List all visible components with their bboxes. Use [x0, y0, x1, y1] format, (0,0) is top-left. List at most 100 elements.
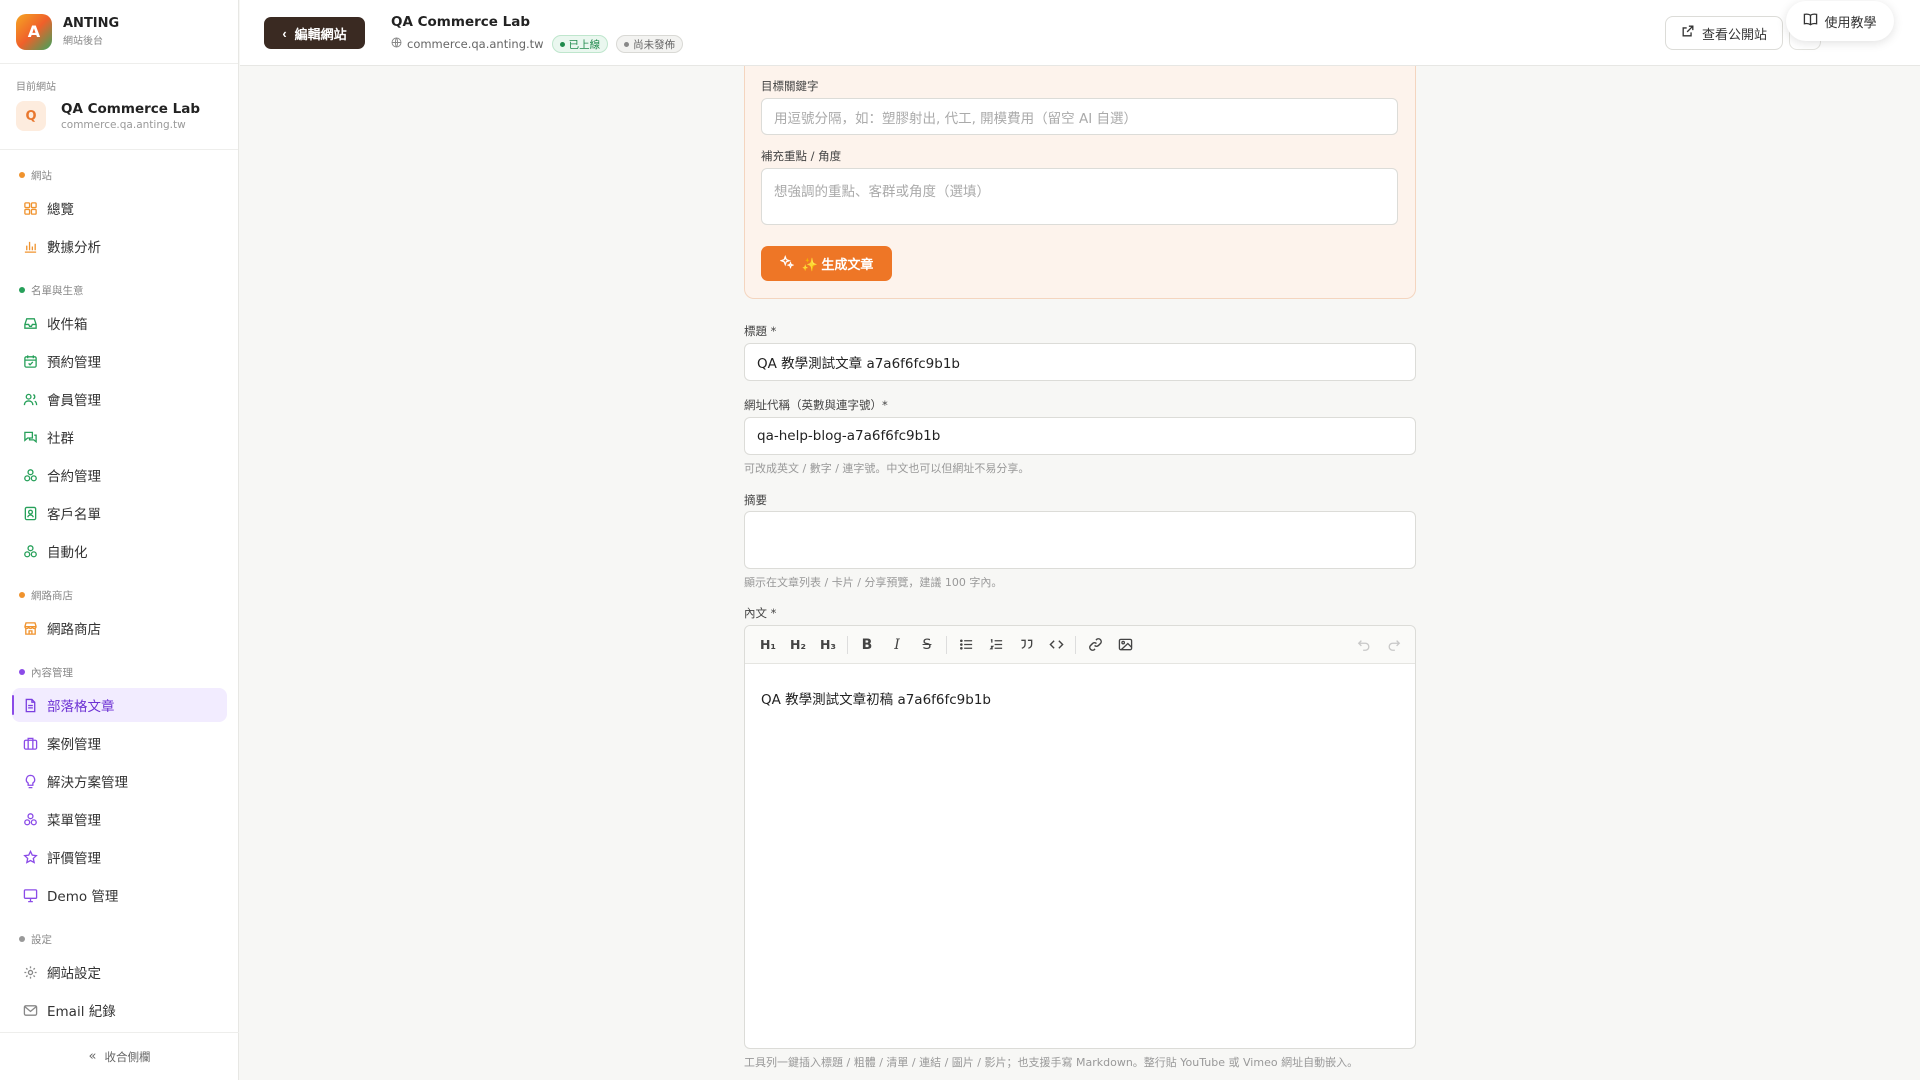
collapse-sidebar-button[interactable]: « 收合側欄: [0, 1032, 239, 1080]
content-hint: 工具列一鍵插入標題 / 粗體 / 清單 / 連結 / 圖片 / 影片；也支援手寫…: [744, 1056, 1359, 1069]
sidebar-item-menu[interactable]: 菜單管理: [12, 802, 227, 836]
external-link-icon: [1681, 24, 1695, 42]
brand-subtitle: 網站後台: [63, 36, 103, 47]
sidebar-item-label: 網路商店: [47, 622, 101, 638]
contact-card-icon: [22, 505, 38, 521]
sidebar-item-label: Email 紀錄: [47, 1004, 116, 1020]
bullet-list-button[interactable]: [951, 632, 981, 658]
heading1-button[interactable]: H₁: [753, 632, 783, 658]
sidebar-item-analytics[interactable]: 數據分析: [12, 229, 227, 263]
code-button[interactable]: [1041, 632, 1071, 658]
sidebar-item-demo[interactable]: Demo 管理: [12, 878, 227, 912]
italic-button[interactable]: I: [882, 632, 912, 658]
sparkles-icon: [779, 254, 794, 272]
chat-icon: [22, 429, 38, 445]
sidebar-item-label: 部落格文章: [47, 699, 115, 715]
toolbar-divider: [946, 635, 947, 654]
sidebar-item-email[interactable]: Email 紀錄: [12, 993, 227, 1027]
sidebar-item-overview[interactable]: 總覽: [12, 191, 227, 225]
keywords-placeholder: 用逗號分隔，如：塑膠射出, 代工, 開模費用（留空 AI 自選）: [774, 110, 1137, 127]
undo-button[interactable]: [1349, 632, 1379, 658]
sidebar-item-label: 菜單管理: [47, 813, 101, 829]
sidebar-item-contracts[interactable]: 合約管理: [12, 458, 227, 492]
sidebar-item-booking[interactable]: 預約管理: [12, 344, 227, 378]
sidebar-item-reviews[interactable]: 評價管理: [12, 840, 227, 874]
keywords-input[interactable]: 用逗號分隔，如：塑膠射出, 代工, 開模費用（留空 AI 自選）: [761, 98, 1398, 135]
chevron-left-icon: ‹: [282, 25, 287, 41]
sidebar-item-label: 社群: [47, 431, 74, 447]
brand-name: ANTING: [63, 16, 120, 31]
sidebar-item-inbox[interactable]: 收件箱: [12, 306, 227, 340]
section-dot: [19, 172, 25, 178]
sidebar-item-cases[interactable]: 案例管理: [12, 726, 227, 760]
sidebar-item-blog[interactable]: 部落格文章: [12, 688, 227, 722]
ordered-list-button[interactable]: [981, 632, 1011, 658]
rich-text-editor: H₁ H₂ H₃ B I S QA 教學測試文章初稿 a7a6f6fc9b1b: [744, 625, 1416, 1049]
view-site-label: 查看公開站: [1701, 27, 1767, 43]
sidebar-item-label: 評價管理: [47, 851, 101, 867]
generate-article-button[interactable]: ✨ 生成文章: [761, 246, 892, 281]
section-dot: [19, 592, 25, 598]
section-dot: [19, 669, 25, 675]
sidebar-item-label: 客戶名單: [47, 507, 101, 523]
image-icon: [1118, 638, 1132, 651]
quote-button[interactable]: [1011, 632, 1041, 658]
current-site-switcher[interactable]: Q QA Commerce Lab commerce.qa.anting.tw: [16, 101, 222, 131]
summary-textarea[interactable]: [744, 511, 1416, 569]
sidebar-item-label: 案例管理: [47, 737, 101, 753]
strikethrough-button[interactable]: S: [912, 632, 942, 658]
title-value: QA 教學測試文章 a7a6f6fc9b1b: [757, 356, 961, 372]
sidebar-item-solutions[interactable]: 解決方案管理: [12, 764, 227, 798]
sidebar-item-label: 會員管理: [47, 393, 101, 409]
undo-icon: [1357, 639, 1370, 651]
nav-section-shop: 網路商店: [0, 587, 239, 603]
view-public-site-button[interactable]: 查看公開站: [1665, 16, 1783, 50]
inbox-icon: [22, 315, 38, 331]
current-site-panel: 目前網站 Q QA Commerce Lab commerce.qa.antin…: [0, 64, 238, 150]
site-domain: commerce.qa.anting.tw: [407, 37, 544, 51]
help-tutorial-button[interactable]: 使用教學: [1786, 1, 1894, 41]
sidebar-item-customers[interactable]: 客戶名單: [12, 496, 227, 530]
editor-content[interactable]: QA 教學測試文章初稿 a7a6f6fc9b1b: [745, 664, 1415, 732]
sidebar-item-label: 預約管理: [47, 355, 101, 371]
top-bar: ‹ 編輯網站 QA Commerce Lab commerce.qa.antin…: [240, 0, 1920, 66]
sidebar-item-label: 收件箱: [47, 317, 88, 333]
sidebar-item-automation[interactable]: 自動化: [12, 534, 227, 568]
document-icon: [22, 697, 38, 713]
users-icon: [22, 391, 38, 407]
focus-textarea[interactable]: 想強調的重點、客群或角度（選填）: [761, 168, 1398, 225]
sidebar-item-label: 解決方案管理: [47, 775, 128, 791]
title-label: 標題 *: [744, 324, 777, 338]
book-icon: [1803, 12, 1818, 31]
image-button[interactable]: [1110, 632, 1140, 658]
heading3-button[interactable]: H₃: [813, 632, 843, 658]
cluster-icon: [22, 543, 38, 559]
current-site-label: 目前網站: [16, 82, 56, 93]
redo-button[interactable]: [1379, 632, 1409, 658]
lightbulb-icon: [22, 773, 38, 789]
slug-input[interactable]: qa-help-blog-a7a6f6fc9b1b: [744, 417, 1416, 455]
title-input[interactable]: QA 教學測試文章 a7a6f6fc9b1b: [744, 343, 1416, 381]
grid-icon: [22, 200, 38, 216]
summary-label: 摘要: [744, 493, 767, 507]
bullet-list-icon: [959, 639, 972, 650]
section-dot: [19, 287, 25, 293]
sidebar-item-settings[interactable]: 網站設定: [12, 955, 227, 989]
back-to-edit-site-button[interactable]: ‹ 編輯網站: [264, 17, 365, 49]
nav-section-leads: 名單與生意: [0, 282, 239, 298]
sidebar-item-shop[interactable]: 網路商店: [12, 611, 227, 645]
site-meta: commerce.qa.anting.tw 已上線 尚未發佈: [391, 35, 684, 53]
section-dot: [19, 936, 25, 942]
status-badge-draft: 尚未發佈: [616, 35, 684, 53]
heading2-button[interactable]: H₂: [783, 632, 813, 658]
link-button[interactable]: [1080, 632, 1110, 658]
sidebar: A ANTING 網站後台 目前網站 Q QA Commerce Lab com…: [0, 0, 239, 1080]
generate-label: ✨ 生成文章: [801, 257, 874, 272]
slug-hint: 可改成英文 / 數字 / 連字號。中文也可以但網址不易分享。: [744, 462, 1030, 475]
sidebar-item-members[interactable]: 會員管理: [12, 382, 227, 416]
bold-button[interactable]: B: [852, 632, 882, 658]
nav-section-settings: 設定: [0, 931, 239, 947]
sidebar-item-label: 合約管理: [47, 469, 101, 485]
site-avatar: Q: [16, 101, 46, 131]
sidebar-item-community[interactable]: 社群: [12, 420, 227, 454]
